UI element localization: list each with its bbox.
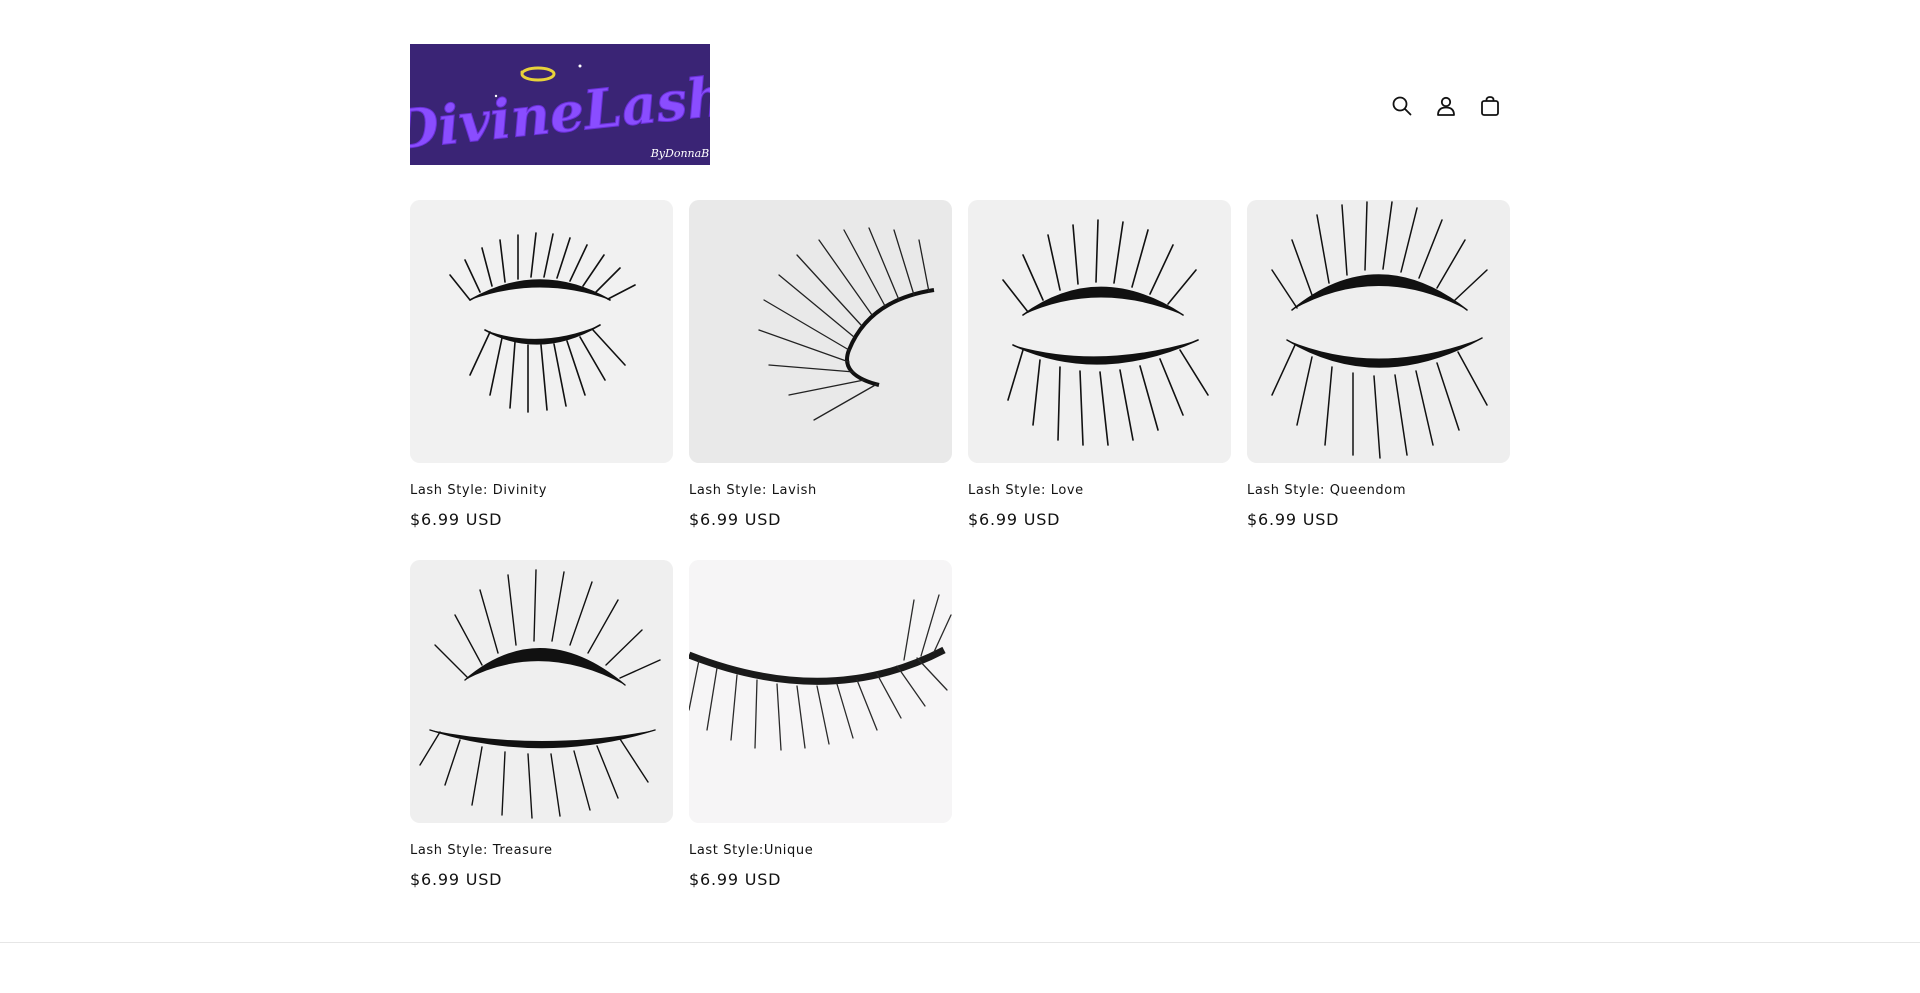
account-icon [1437, 96, 1455, 116]
cart-icon [1481, 96, 1499, 116]
product-card[interactable]: Lash Style: Lavish $6.99 USD [689, 200, 952, 530]
store-logo[interactable]: DivineLash ByDonnaB [410, 44, 710, 165]
logo-image: DivineLash ByDonnaB [410, 44, 710, 165]
product-image[interactable] [410, 200, 673, 463]
logo-byline: ByDonnaB [650, 147, 710, 160]
product-card[interactable]: Lash Style: Queendom $6.99 USD [1247, 200, 1510, 530]
product-title[interactable]: Lash Style: Love [968, 483, 1231, 499]
product-card[interactable]: Lash Style: Love $6.99 USD [968, 200, 1231, 530]
product-title[interactable]: Lash Style: Divinity [410, 483, 673, 499]
account-button[interactable] [1426, 86, 1466, 126]
search-icon [1392, 96, 1412, 116]
product-image[interactable] [410, 560, 673, 823]
header-icons [1382, 86, 1510, 126]
product-price: $6.99 USD [968, 510, 1061, 529]
product-card[interactable]: Lash Style: Divinity $6.99 USD [410, 200, 673, 530]
product-image[interactable] [689, 560, 952, 823]
product-price: $6.99 USD [410, 510, 503, 529]
footer-divider [0, 942, 1920, 943]
product-title[interactable]: Last Style:Unique [689, 843, 952, 859]
product-title[interactable]: Lash Style: Queendom [1247, 483, 1510, 499]
product-grid: Lash Style: Divinity $6.99 USD Lash Styl… [410, 200, 1510, 890]
product-price: $6.99 USD [689, 870, 782, 889]
product-image[interactable] [968, 200, 1231, 463]
product-image[interactable] [1247, 200, 1510, 463]
product-card[interactable]: Last Style:Unique $6.99 USD [689, 560, 952, 890]
product-image[interactable] [689, 200, 952, 463]
site-header: DivineLash ByDonnaB [410, 44, 1510, 165]
product-price: $6.99 USD [689, 510, 782, 529]
product-price: $6.99 USD [410, 870, 503, 889]
search-button[interactable] [1382, 86, 1422, 126]
product-card[interactable]: Lash Style: Treasure $6.99 USD [410, 560, 673, 890]
cart-button[interactable] [1470, 86, 1510, 126]
product-title[interactable]: Lash Style: Lavish [689, 483, 952, 499]
page: DivineLash ByDonnaB Lash Style: Divinity… [0, 0, 1920, 993]
product-price: $6.99 USD [1247, 510, 1340, 529]
product-title[interactable]: Lash Style: Treasure [410, 843, 673, 859]
